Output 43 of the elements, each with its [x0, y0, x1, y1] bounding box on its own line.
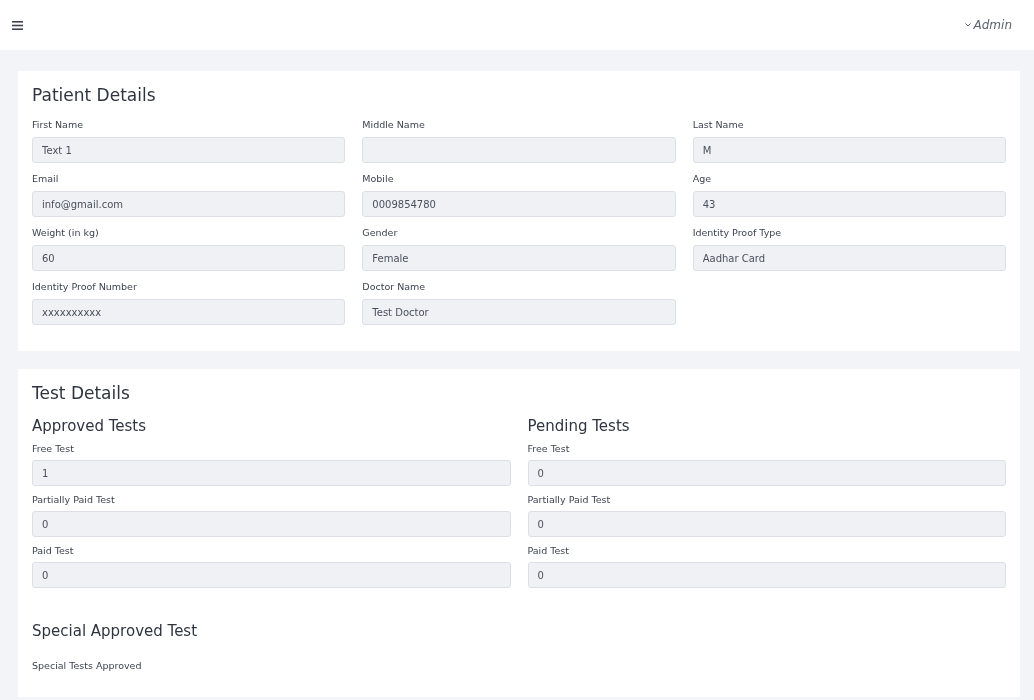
field-label: Email [32, 173, 60, 184]
input-field[interactable]: M [692, 137, 1006, 163]
user-menu[interactable]: Admin [964, 18, 1012, 32]
input-field[interactable]: 0 [527, 460, 1006, 486]
input-field[interactable]: 0009854780 [362, 191, 676, 217]
input-field[interactable]: 60 [32, 245, 346, 271]
input-field[interactable]: 43 [692, 191, 1006, 217]
input-field[interactable]: Text 1 [32, 137, 346, 163]
field-label: Partially Paid Test [32, 494, 116, 505]
input-field[interactable]: 1 [32, 460, 511, 486]
field-label: Free Test [32, 443, 75, 454]
field-label: Identity Proof Number [32, 281, 138, 292]
input-field[interactable]: xxxxxxxxxx [32, 299, 346, 325]
input-field[interactable]: 0 [32, 511, 511, 537]
field-label: Partially Paid Test [527, 494, 612, 505]
input-field[interactable]: info@gmail.com [32, 191, 346, 217]
field-label: First Name [32, 119, 85, 130]
caret-icon [964, 23, 971, 27]
field-label: Mobile [362, 173, 395, 184]
input-field[interactable]: Test Doctor [362, 299, 676, 325]
section-title: Patient Details [32, 85, 157, 105]
input-field[interactable]: 0 [32, 562, 511, 588]
field-label: Special Tests Approved [32, 660, 143, 671]
menu-icon[interactable] [12, 20, 23, 30]
input-field[interactable]: 0 [527, 511, 1006, 537]
group-title: Special Approved Test [32, 622, 199, 640]
input-field[interactable]: 0 [527, 562, 1006, 588]
field-label: Doctor Name [362, 281, 427, 292]
input-field[interactable] [362, 137, 676, 163]
group-title: Pending Tests [527, 417, 631, 435]
field-label: Middle Name [362, 119, 426, 130]
field-label: Free Test [527, 443, 571, 454]
group-title: Approved Tests [32, 417, 148, 435]
input-field[interactable]: Female [362, 245, 676, 271]
input-field[interactable]: Aadhar Card [692, 245, 1006, 271]
field-label: Gender [362, 227, 399, 238]
field-label: Last Name [692, 119, 745, 130]
field-label: Identity Proof Type [692, 227, 783, 238]
field-label: Age [692, 173, 713, 184]
field-label: Paid Test [32, 545, 75, 556]
field-label: Paid Test [527, 545, 571, 556]
field-label: Weight (in kg) [32, 227, 100, 238]
section-title: Test Details [32, 383, 131, 403]
